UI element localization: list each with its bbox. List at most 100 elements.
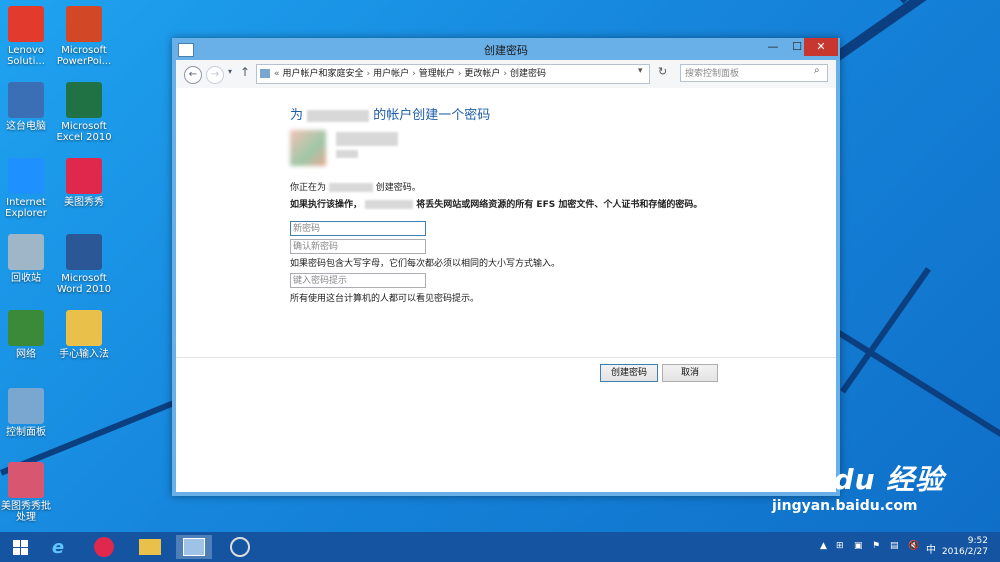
ie-icon: e	[51, 536, 65, 558]
meitu-icon	[66, 158, 102, 194]
desktop-icon[interactable]: 这台电脑	[0, 82, 58, 132]
desktop-icon-label: 美图秀秀批 处理	[1, 501, 51, 523]
desktop-icon[interactable]: 美图秀秀批 处理	[0, 462, 58, 523]
desktop-icon[interactable]: 控制面板	[0, 388, 58, 438]
wallpaper-ray	[836, 330, 1000, 452]
control-panel-window[interactable]: 创建密码 — ☐ ✕ ← → ▾ ↑ «用户帐户和家庭安全 › 用户帐户 › 管理帐户 ›…	[172, 38, 840, 496]
folder-icon	[66, 310, 102, 346]
redacted-account-name	[336, 132, 398, 146]
desktop-icon-label: Microsoft PowerPoi...	[56, 45, 112, 67]
desktop-icon-label: 这台电脑	[6, 121, 46, 132]
breadcrumb-separator[interactable]: ›	[367, 69, 371, 79]
address-field[interactable]: «用户帐户和家庭安全 › 用户帐户 › 管理帐户 › 更改帐户 › 创建密码	[256, 64, 650, 84]
desktop-icon[interactable]: 美图秀秀	[52, 158, 116, 208]
up-arrow-icon[interactable]: ↑	[240, 65, 250, 79]
magnifier-icon	[230, 537, 250, 557]
desktop-icon[interactable]: 回收站	[0, 234, 58, 284]
close-button[interactable]: ✕	[804, 38, 838, 56]
search-input[interactable]: 搜索控制面板	[680, 64, 828, 82]
new-password-field[interactable]: 新密码	[290, 221, 426, 236]
password-hint-field[interactable]: 键入密码提示	[290, 273, 426, 288]
desktop-icon[interactable]: Microsoft Excel 2010	[52, 82, 116, 143]
main-content: 为 的帐户创建一个密码 你正在为 创建密码。 如果执行该操作， 将丢失网站或网络…	[176, 88, 836, 492]
tray-windows-icon[interactable]: ⊞	[836, 541, 844, 551]
desktop-icon[interactable]: Internet Explorer	[0, 158, 58, 219]
word-icon	[66, 234, 102, 270]
taskbar-ie[interactable]: e	[40, 535, 76, 559]
meitu-batch-icon	[8, 462, 44, 498]
redacted-username	[365, 200, 414, 209]
lenovo-icon	[8, 6, 44, 42]
desktop-icon[interactable]: Lenovo Soluti...	[0, 6, 58, 67]
title-bar[interactable]: 创建密码 — ☐ ✕	[172, 38, 840, 60]
minimize-button[interactable]: —	[760, 38, 786, 56]
desktop-icon[interactable]: Microsoft PowerPoi...	[52, 6, 116, 67]
search-icon[interactable]: ⌕	[814, 65, 820, 76]
redacted-username	[307, 109, 370, 122]
back-arrow-icon[interactable]: ←	[184, 66, 202, 84]
control-panel-icon	[260, 69, 270, 78]
taskbar-snipping[interactable]	[222, 535, 258, 559]
control-panel-icon	[183, 538, 205, 556]
taskbar-control-panel[interactable]	[176, 535, 212, 559]
tray-app-icon[interactable]: ▣	[854, 541, 863, 551]
desktop-icon-label: Microsoft Word 2010	[56, 273, 112, 295]
folder-icon	[139, 539, 161, 555]
computer-icon	[8, 82, 44, 118]
address-dropdown-icon[interactable]: ▾	[638, 66, 643, 76]
breadcrumb-separator[interactable]: ›	[503, 69, 507, 79]
desktop-icon[interactable]: 网络	[0, 310, 58, 360]
creating-for-text: 你正在为 创建密码。	[290, 183, 421, 193]
divider	[176, 357, 836, 358]
windows-logo-icon	[12, 539, 28, 555]
taskbar: e ▲ ⊞ ▣ ⚑ ▤ 🔇 中 9:52 2016/2/27	[0, 532, 1000, 562]
case-sensitivity-note: 如果密码包含大写字母，它们每次都必须以相同的大小写方式输入。	[290, 259, 561, 269]
breadcrumb-item[interactable]: 创建密码	[510, 69, 546, 79]
window-title: 创建密码	[484, 44, 528, 57]
breadcrumb-separator[interactable]: «	[274, 69, 280, 79]
address-bar: ← → ▾ ↑ «用户帐户和家庭安全 › 用户帐户 › 管理帐户 › 更改帐户 › 创建密码 ▾…	[176, 60, 836, 88]
network-icon	[8, 310, 44, 346]
tray-overflow-icon[interactable]: ▲	[820, 541, 827, 551]
hint-visibility-note: 所有使用这台计算机的人都可以看见密码提示。	[290, 294, 480, 304]
watermark: Bai du 经验 jingyan.baidu.com	[770, 463, 945, 514]
desktop-icon[interactable]: Microsoft Word 2010	[52, 234, 116, 295]
excel-icon	[66, 82, 102, 118]
tray-volume-icon[interactable]: 🔇	[908, 541, 919, 551]
cancel-button[interactable]: 取消	[662, 364, 718, 382]
redacted-account-type	[336, 150, 358, 158]
tray-flag-icon[interactable]: ⚑	[872, 541, 880, 551]
ie-icon	[8, 158, 44, 194]
forward-arrow-icon[interactable]: →	[206, 66, 224, 84]
create-password-button[interactable]: 创建密码	[600, 364, 658, 382]
redacted-username	[328, 183, 373, 192]
breadcrumb-item[interactable]: 更改帐户	[464, 69, 500, 79]
breadcrumb-item[interactable]: 用户帐户和家庭安全	[283, 69, 364, 79]
powerpoint-icon	[66, 6, 102, 42]
avatar	[290, 130, 326, 166]
control-panel-icon	[8, 388, 44, 424]
desktop-icon-label: 网络	[16, 349, 36, 360]
meitu-icon	[94, 537, 114, 557]
desktop-icon-label: Lenovo Soluti...	[7, 45, 45, 67]
breadcrumb-item[interactable]: 管理帐户	[419, 69, 455, 79]
confirm-password-field[interactable]: 确认新密码	[290, 239, 426, 254]
taskbar-meitu[interactable]	[86, 535, 122, 559]
desktop-icon-label: Internet Explorer	[5, 197, 47, 219]
ime-indicator[interactable]: 中	[926, 541, 936, 556]
desktop-icon-label: 美图秀秀	[64, 197, 104, 208]
refresh-icon[interactable]: ↻	[658, 65, 667, 78]
breadcrumb-item[interactable]: 用户帐户	[373, 69, 409, 79]
tray-network-icon[interactable]: ▤	[890, 541, 899, 551]
clock[interactable]: 9:52 2016/2/27	[942, 536, 988, 558]
breadcrumb-separator[interactable]: ›	[412, 69, 416, 79]
desktop-icon-label: 回收站	[11, 273, 41, 284]
taskbar-explorer[interactable]	[132, 535, 168, 559]
desktop-icon[interactable]: 手心输入法	[52, 310, 116, 360]
desktop-icon-label: Microsoft Excel 2010	[56, 121, 112, 143]
breadcrumb-separator[interactable]: ›	[458, 69, 462, 79]
recent-dropdown-icon[interactable]: ▾	[228, 67, 232, 76]
start-button[interactable]	[2, 535, 38, 559]
page-title: 为 的帐户创建一个密码	[290, 108, 491, 123]
desktop-icon-label: 控制面板	[6, 427, 46, 438]
